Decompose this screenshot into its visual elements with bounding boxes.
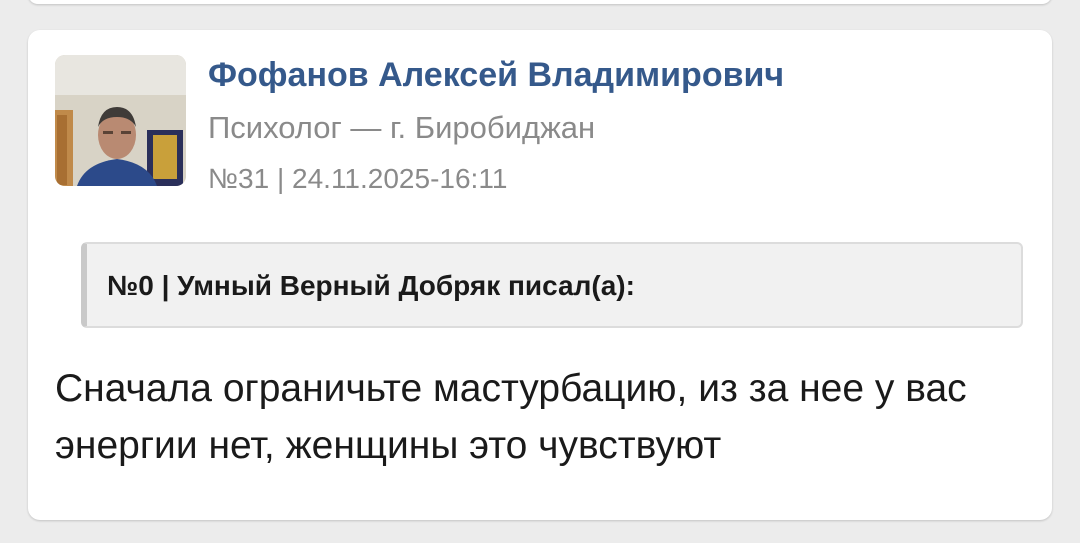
post-body-text: Сначала ограничьте мастурбацию, из за не… (55, 367, 967, 467)
author-name-link[interactable]: Фофанов Алексей Владимирович (208, 56, 784, 95)
previous-post-card (28, 0, 1052, 4)
quote-block: №0 | Умный Верный Добряк писал(а): (81, 242, 1023, 328)
post-number-timestamp: №31 | 24.11.2025-16:11 (208, 163, 508, 194)
avatar-photo (55, 55, 186, 186)
avatar[interactable] (55, 55, 186, 186)
author-role: Психолог — г. Биробиджан (208, 110, 596, 145)
quote-header[interactable]: №0 | Умный Верный Добряк писал(а): (107, 270, 635, 302)
post-card: Фофанов Алексей Владимирович Психолог — … (28, 30, 1052, 520)
